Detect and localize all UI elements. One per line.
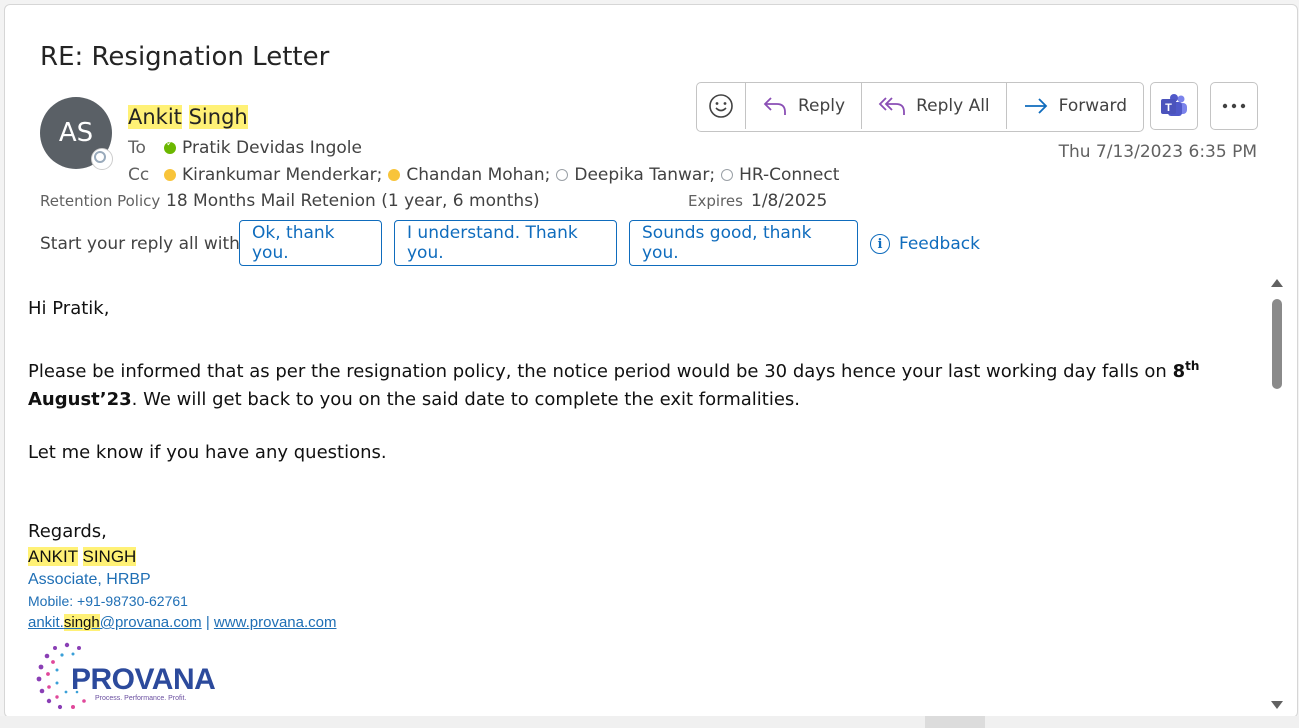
to-row: To Pratik Devidas Ingole [128,138,362,158]
scroll-down-arrow-icon[interactable] [1271,701,1283,709]
reply-icon [763,97,786,115]
to-recipient[interactable]: Pratik Devidas Ingole [182,138,362,158]
website-link[interactable]: www.provana.com [214,614,337,631]
signature-mobile: Mobile: +91-98730-62761 [28,593,188,609]
scroll-up-arrow-icon[interactable] [1271,279,1283,287]
suggested-reply-label: Start your reply all with: [40,234,246,254]
smiley-icon [709,94,733,118]
expires-row: Expires 1/8/2025 [688,191,827,211]
logo-wordmark: PROVANA [71,663,216,696]
suggested-reply-chip[interactable]: Sounds good, thank you. [629,220,858,266]
regards: Regards, [28,521,107,542]
info-icon: i [870,234,890,254]
email-link[interactable]: ankit.singh@provana.com [28,614,202,631]
presence-unknown-icon [92,149,112,169]
away-status-icon [164,169,176,181]
available-status-icon [164,139,176,154]
svg-text:T: T [1165,102,1172,114]
suggested-reply-chip[interactable]: Ok, thank you. [239,220,382,266]
sender-first-name: Ankit [128,105,182,129]
email-subject: RE: Resignation Letter [40,42,330,72]
logo-tagline: Process. Performance. Profit. [95,695,187,702]
cc-row: Cc Kirankumar Menderkar; Chandan Mohan; … [128,165,840,185]
reply-button[interactable]: Reply [746,83,863,129]
to-label: To [128,138,146,158]
cc-recipient[interactable]: Deepika Tanwar [574,165,709,185]
signature-name: ANKIT SINGH [28,547,137,566]
unknown-status-icon [556,169,569,181]
body-paragraph: Let me know if you have any questions. [28,442,387,463]
signature-links: ankit.singh@provana.com | www.provana.co… [28,614,337,631]
sender-name[interactable]: Ankit Singh [128,105,248,129]
feedback-label: Feedback [899,234,980,254]
signature-title: Associate, HRBP [28,571,151,588]
cc-recipient[interactable]: Chandan Mohan [406,165,544,185]
away-status-icon [388,169,401,181]
emoji-reaction-button[interactable] [697,83,746,129]
more-options-button[interactable] [1210,82,1258,130]
forward-button[interactable]: Forward [1007,83,1143,129]
reply-toolbar: Reply Reply All Forward [696,82,1145,132]
expires-value: 1/8/2025 [751,191,828,211]
vertical-scrollbar[interactable] [1269,273,1285,713]
suggested-reply-chip[interactable]: I understand. Thank you. [394,220,617,266]
status-bar [0,716,1299,728]
retention-value: 18 Months Mail Retenion (1 year, 6 month… [166,191,540,211]
reply-label: Reply [798,96,846,116]
body-paragraph: Please be informed that as per the resig… [28,359,1200,410]
retention-row: Retention Policy 18 Months Mail Retenion… [40,191,540,211]
forward-arrow-icon [1024,98,1047,114]
teams-icon: T [1161,94,1187,116]
retention-label: Retention Policy [40,192,161,210]
reply-all-button[interactable]: Reply All [862,83,1007,129]
sender-last-name: Singh [188,105,248,129]
reply-all-label: Reply All [916,96,990,116]
unknown-status-icon [721,169,734,181]
forward-label: Forward [1058,96,1128,116]
scroll-thumb[interactable] [1272,299,1282,389]
reading-pane: RE: Resignation Letter AS Ankit Singh To… [4,4,1298,718]
provana-logo: PROVANA Process. Performance. Profit. [27,637,227,717]
expires-label: Expires [688,192,743,210]
greeting: Hi Pratik, [28,298,110,319]
reply-all-icon [878,97,905,115]
email-body: Hi Pratik, Please be informed that as pe… [28,295,1263,467]
more-icon [1222,103,1246,109]
cc-recipient[interactable]: HR-Connect [739,165,839,185]
feedback-link[interactable]: i Feedback [870,234,980,254]
avatar-initials: AS [58,118,94,148]
cc-label: Cc [128,165,150,185]
normal-view-button[interactable] [925,716,985,728]
email-date: Thu 7/13/2023 6:35 PM [1058,142,1257,162]
cc-recipient[interactable]: Kirankumar Menderkar [182,165,377,185]
teams-button[interactable]: T [1150,82,1198,130]
